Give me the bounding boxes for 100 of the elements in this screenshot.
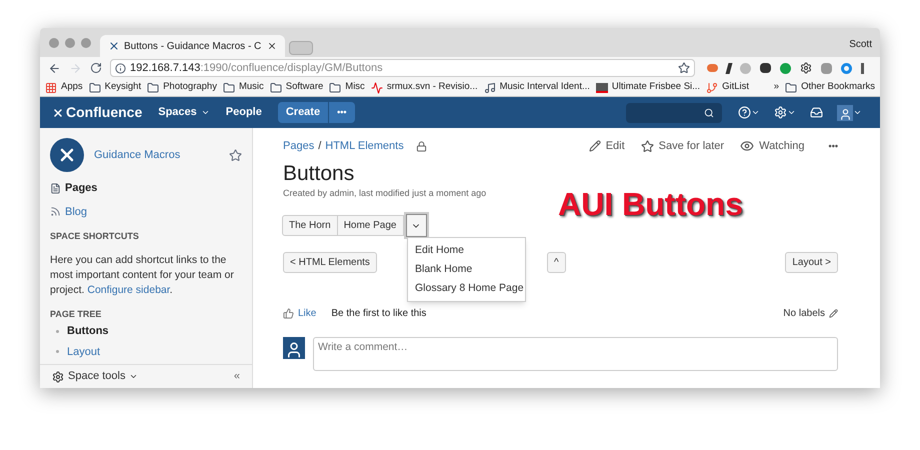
address-bar[interactable]: 192.168.7.143:1990/confluence/display/GM/Buttons xyxy=(110,59,695,77)
space-name[interactable]: Guidance Macros xyxy=(94,146,219,164)
nav-menu[interactable]: Spaces xyxy=(158,104,210,121)
nav-button[interactable]: Layout > xyxy=(785,252,838,273)
like-link[interactable]: Like xyxy=(298,306,316,321)
info-icon xyxy=(115,62,126,74)
close-icon[interactable] xyxy=(267,41,277,51)
bookmark[interactable]: Ultimate Frisbee Si... xyxy=(596,80,700,95)
menu-item[interactable]: Edit Home xyxy=(408,241,525,260)
nav-button[interactable]: < HTML Elements xyxy=(283,252,377,273)
user-avatar-icon xyxy=(283,337,305,359)
folder-icon xyxy=(147,82,160,94)
folder-icon xyxy=(785,82,798,94)
bullet-icon xyxy=(56,350,59,354)
avatar-icon[interactable] xyxy=(837,104,853,120)
nav-menu[interactable]: People xyxy=(226,104,262,121)
more-button[interactable]: ••• xyxy=(329,102,355,123)
page-action[interactable]: Save for later xyxy=(640,138,724,154)
logo[interactable]: Confluence xyxy=(52,102,142,123)
folder-icon xyxy=(222,82,235,94)
feed-icon xyxy=(50,206,61,218)
pencil-icon[interactable] xyxy=(829,309,838,318)
bookmark[interactable]: Music xyxy=(222,80,264,95)
bookmark[interactable]: Other Bookmarks xyxy=(785,80,875,95)
confluence-logo-icon xyxy=(108,40,120,52)
bookmark[interactable]: Apps xyxy=(45,80,83,95)
caret-icon xyxy=(853,108,862,117)
configure-sidebar-link[interactable]: Configure sidebar xyxy=(87,284,170,296)
tree-item[interactable]: Buttons xyxy=(67,323,109,340)
dropdown-toggle[interactable] xyxy=(406,214,426,237)
music-icon xyxy=(484,82,496,94)
eye-icon xyxy=(740,139,754,154)
caret-icon xyxy=(787,108,796,117)
more-bookmarks-button[interactable]: » xyxy=(774,80,780,95)
bookmark[interactable]: Photography xyxy=(147,80,217,95)
folder-icon xyxy=(270,82,282,94)
nav-button[interactable]: ^ xyxy=(546,252,566,273)
pencil-icon xyxy=(588,140,601,152)
speech-bubble-icon[interactable] xyxy=(780,62,791,74)
like-text: Be the first to like this xyxy=(331,307,426,321)
bookmark[interactable]: Misc xyxy=(329,80,365,95)
section-heading: PAGE TREE xyxy=(50,308,102,320)
page-byline: Created by admin, last modified just a moment ago xyxy=(283,186,488,200)
group-button[interactable]: Home Page xyxy=(336,215,404,236)
folder-icon xyxy=(88,82,101,94)
bookmark[interactable]: Software xyxy=(270,80,324,95)
bookmark[interactable]: srmux.svn - Revisio... xyxy=(370,80,478,95)
address-host: 192.168.7.143 xyxy=(130,60,200,76)
section-heading: SPACE SHORTCUTS xyxy=(50,230,140,243)
bookmark[interactable]: GitList xyxy=(706,80,750,95)
comment-field[interactable]: Write a comment… xyxy=(313,337,838,371)
back-icon[interactable] xyxy=(48,62,61,74)
bullet-icon xyxy=(56,330,59,333)
star-icon xyxy=(640,140,654,153)
tab-title: Buttons - Guidance Macros - C xyxy=(124,40,262,54)
menu-item[interactable]: Blank Home xyxy=(408,260,525,279)
shortcuts-text: Here you can add shortcut links to the most important content for your team or project. Configure sidebar. xyxy=(50,252,235,298)
wave-icon xyxy=(370,82,383,94)
reload-icon[interactable] xyxy=(90,62,102,74)
bookmark[interactable]: Music Interval Ident... xyxy=(484,80,590,95)
space-logo-icon[interactable] xyxy=(50,138,84,172)
bookmark[interactable]: Keysight xyxy=(88,80,142,95)
git-icon xyxy=(706,82,718,94)
search-field[interactable] xyxy=(626,102,722,122)
caret-icon xyxy=(751,108,760,117)
help-icon[interactable] xyxy=(738,106,751,119)
apps-icon xyxy=(45,82,57,94)
gear-icon xyxy=(52,370,64,382)
sidebar-link[interactable]: Pages xyxy=(50,180,242,196)
thumbs-up-icon xyxy=(283,308,294,319)
bookmark-star-icon[interactable] xyxy=(678,62,690,74)
flag-icon xyxy=(596,82,608,92)
extension-icon[interactable] xyxy=(760,63,771,73)
address-path: :1990/confluence/display/GM/Buttons xyxy=(200,60,383,76)
logo-icon xyxy=(52,106,64,118)
page-action[interactable]: Watching xyxy=(740,138,805,154)
sidebar-link[interactable]: Blog xyxy=(50,204,242,220)
space-tools-button[interactable]: Space tools xyxy=(52,368,138,385)
breadcrumb-link[interactable]: HTML Elements xyxy=(325,138,404,154)
caret-icon xyxy=(129,372,138,381)
group-button[interactable]: The Horn xyxy=(282,215,338,236)
page-action[interactable]: Edit xyxy=(588,138,625,154)
browser-tab[interactable]: Buttons - Guidance Macros - C xyxy=(100,35,285,57)
annotation-text: AUI Buttons xyxy=(558,185,743,224)
gear-icon[interactable] xyxy=(800,62,812,74)
inbox-icon[interactable] xyxy=(810,106,823,119)
create-button[interactable]: Create xyxy=(278,102,328,123)
ring-icon[interactable] xyxy=(841,62,852,74)
folder-icon xyxy=(329,82,342,94)
tree-item[interactable]: Layout xyxy=(67,344,100,360)
menu-item[interactable]: Glossary 8 Home Page xyxy=(408,279,525,298)
more-actions-button[interactable]: ••• xyxy=(828,140,838,153)
collapse-sidebar-button[interactable]: « xyxy=(234,368,240,385)
star-icon[interactable] xyxy=(229,148,242,162)
pages-icon xyxy=(50,182,61,194)
settings-icon[interactable] xyxy=(774,106,787,119)
profile-name[interactable]: Scott xyxy=(849,37,872,52)
search-icon xyxy=(704,108,714,118)
breadcrumb-link[interactable]: Pages xyxy=(283,138,314,154)
unlocked-icon[interactable] xyxy=(416,140,427,152)
